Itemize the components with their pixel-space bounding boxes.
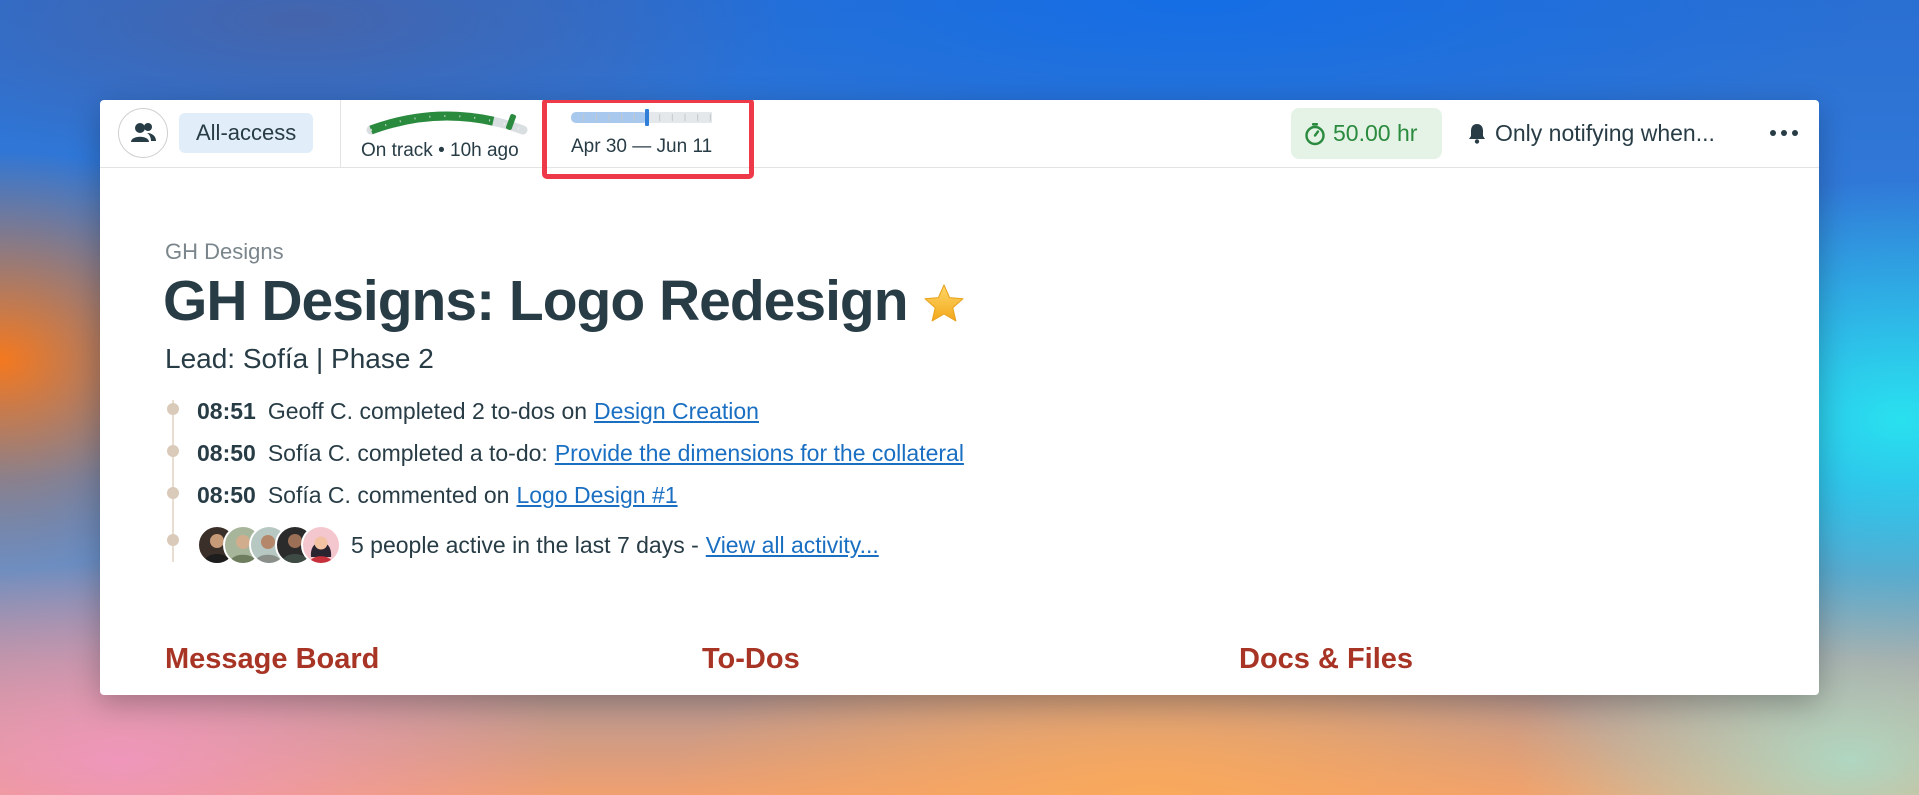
timeline-dot [167, 534, 179, 546]
section-docs-files[interactable]: Docs & Files [1239, 643, 1413, 676]
more-options-button[interactable] [1764, 120, 1804, 146]
divider [340, 100, 341, 167]
activity-item: 08:51 Geoff C. completed 2 to-dos on Des… [197, 396, 759, 426]
project-description: Lead: Sofía | Phase 2 [165, 343, 434, 374]
title-row: GH Designs: Logo Redesign [163, 268, 966, 334]
timeline-dot [167, 403, 179, 415]
breadcrumb[interactable]: GH Designs [165, 239, 284, 265]
activity-text: Geoff C. completed 2 to-dos on [267, 397, 588, 424]
activity-time: 08:51 [197, 397, 256, 424]
activity-link[interactable]: Design Creation [594, 398, 759, 425]
project-card: All-access On track • 10h ago Apr 30 — J… [100, 100, 1819, 695]
progress-gauge-icon [366, 111, 528, 135]
avatar-stack[interactable] [197, 525, 341, 565]
people-icon [131, 123, 156, 142]
activity-text: Sofía C. completed a to-do: [267, 439, 548, 466]
progress-status-label: On track • 10h ago [361, 140, 519, 161]
avatar [301, 525, 341, 565]
project-toolbar: All-access On track • 10h ago Apr 30 — J… [100, 100, 1819, 179]
activity-time: 08:50 [197, 481, 256, 508]
timeline-dot [167, 445, 179, 457]
activity-time: 08:50 [197, 439, 256, 466]
timeline-dot [167, 487, 179, 499]
hours-label: 50.00 hr [1333, 120, 1418, 146]
bell-icon [1469, 124, 1485, 144]
activity-item: 08:50 Sofía C. commented on Logo Design … [197, 480, 678, 510]
active-people-text: 5 people active in the last 7 days - [351, 531, 699, 558]
stopwatch-icon [1305, 122, 1325, 145]
activity-text: Sofía C. commented on [267, 481, 510, 508]
activity-link[interactable]: Logo Design #1 [516, 482, 677, 509]
notification-label: Only notifying when... [1495, 119, 1715, 146]
ellipsis-icon [1770, 130, 1776, 136]
section-message-board[interactable]: Message Board [165, 643, 379, 676]
activity-item: 08:50 Sofía C. completed a to-do: Provid… [197, 438, 964, 468]
star-icon[interactable] [922, 283, 966, 325]
notification-settings[interactable]: Only notifying when... [1467, 113, 1715, 153]
access-badge[interactable]: All-access [179, 113, 314, 153]
highlight-box [542, 100, 754, 179]
page-title: GH Designs: Logo Redesign [163, 269, 909, 333]
people-button[interactable] [118, 108, 168, 158]
section-todos[interactable]: To-Dos [702, 643, 800, 676]
active-people-row: 5 people active in the last 7 days - Vie… [197, 523, 879, 567]
activity-link[interactable]: Provide the dimensions for the collatera… [555, 440, 964, 467]
progress-tracker[interactable]: On track • 10h ago [357, 106, 537, 164]
hours-button[interactable]: 50.00 hr [1291, 108, 1442, 159]
view-all-activity-link[interactable]: View all activity... [706, 532, 879, 559]
recent-activity: 08:51 Geoff C. completed 2 to-dos on Des… [165, 390, 1065, 570]
